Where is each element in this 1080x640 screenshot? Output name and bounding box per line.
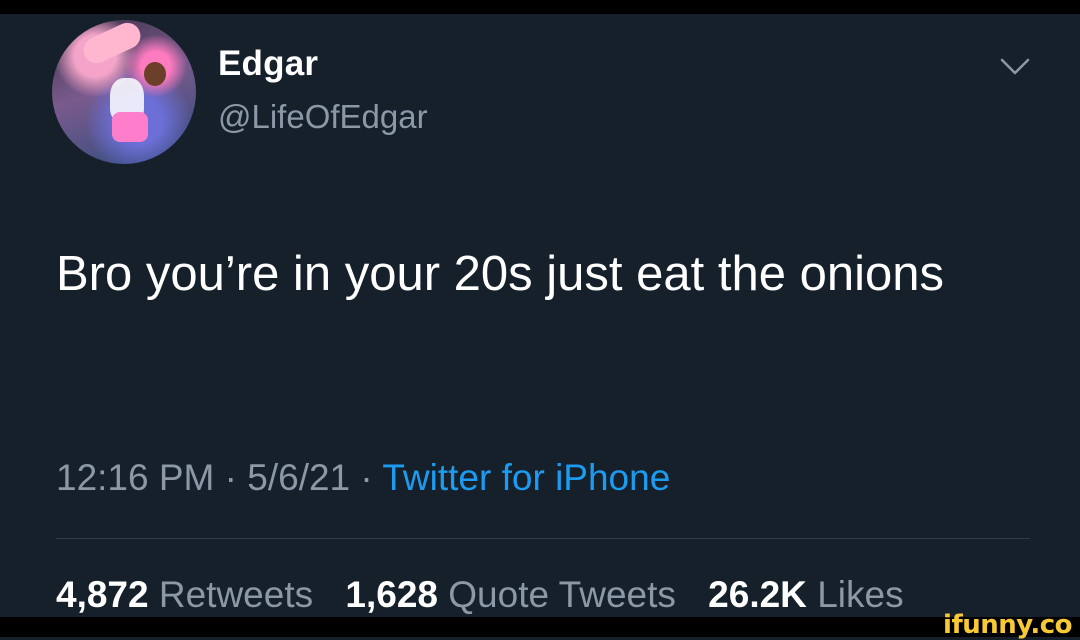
avatar-floaty <box>79 20 145 68</box>
quote-tweets-count: 1,628 <box>345 574 438 615</box>
meta-separator: · <box>360 457 373 498</box>
tweet-time[interactable]: 12:16 PM <box>56 457 214 498</box>
quote-tweets-stat[interactable]: 1,628 Quote Tweets <box>345 574 676 615</box>
likes-label: Likes <box>817 574 904 615</box>
avatar[interactable] <box>52 20 196 164</box>
top-bar <box>0 0 1080 14</box>
tweet-meta: 12:16 PM · 5/6/21 · Twitter for iPhone <box>56 457 670 499</box>
tweet-source-link[interactable]: Twitter for iPhone <box>382 457 670 498</box>
bottom-bar <box>0 617 1080 637</box>
tweet-stats: 4,872 Retweets 1,628 Quote Tweets 26.2K … <box>56 574 904 616</box>
likes-stat[interactable]: 26.2K Likes <box>708 574 903 615</box>
retweets-stat[interactable]: 4,872 Retweets <box>56 574 313 615</box>
avatar-head <box>144 62 166 86</box>
tweet-date[interactable]: 5/6/21 <box>247 457 350 498</box>
chevron-down-icon[interactable] <box>1000 58 1030 76</box>
meta-separator: · <box>224 457 237 498</box>
user-handle[interactable]: @LifeOfEdgar <box>218 98 428 136</box>
likes-count: 26.2K <box>708 574 807 615</box>
watermark: ifunny.co <box>943 610 1072 640</box>
retweets-count: 4,872 <box>56 574 149 615</box>
display-name[interactable]: Edgar <box>218 44 318 84</box>
retweets-label: Retweets <box>158 574 314 615</box>
tweet-text: Bro you’re in your 20s just eat the onio… <box>56 247 944 301</box>
divider <box>56 538 1030 539</box>
quote-tweets-label: Quote Tweets <box>448 574 676 615</box>
avatar-pants <box>112 112 148 142</box>
